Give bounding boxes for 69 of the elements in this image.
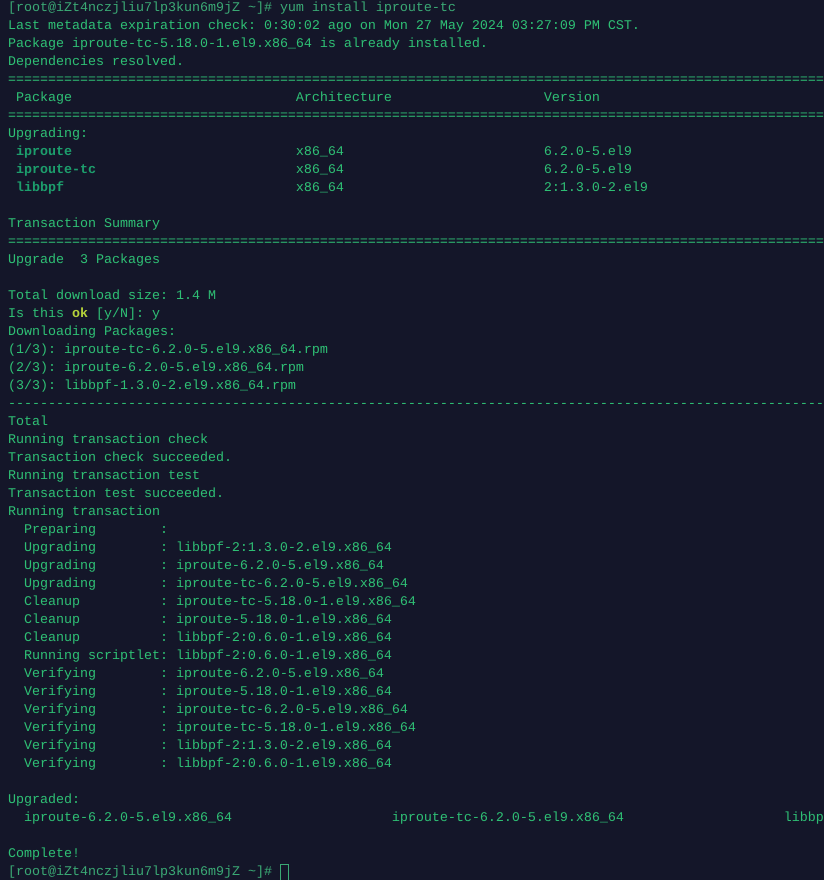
output-line: Dependencies resolved. <box>8 55 184 71</box>
output-line: Upgrading: <box>8 127 88 143</box>
step-text: : iproute-tc-6.2.0-5.el9.x86_64 <box>160 577 408 593</box>
table-cell: 2:1.3.0-2.el9 <box>544 181 648 197</box>
step-text: Verifying <box>24 721 96 737</box>
table-cell: libbpf <box>16 181 64 197</box>
output-line: (1/3): iproute-tc-6.2.0-5.el9.x86_64.rpm <box>8 343 328 359</box>
output-line: Total download size: 1.4 M <box>8 289 216 305</box>
package-name: iproute-tc-6.2.0-5.el9.x86_64 <box>392 811 624 827</box>
table-cell: 6.2.0-5.el9 <box>544 163 632 179</box>
output-line: (3/3): libbpf-1.3.0-2.el9.x86_64.rpm <box>8 379 296 395</box>
step-text: Preparing <box>24 523 96 539</box>
step-text: : iproute-tc-6.2.0-5.el9.x86_64 <box>160 703 408 719</box>
step-text: Verifying <box>24 685 96 701</box>
output-line: (2/3): iproute-6.2.0-5.el9.x86_64.rpm <box>8 361 304 377</box>
step-text: : libbpf-2:0.6.0-1.el9.x86_64 <box>160 631 392 647</box>
separator-line: ====================================================================================================== <box>8 235 824 251</box>
step-text: Cleanup <box>24 595 80 611</box>
output-line: Last metadata expiration check: 0:30:02 ago on Mon 27 May 2024 03:27:09 PM CST. <box>8 19 640 35</box>
step-text: Cleanup <box>24 613 80 629</box>
step-text: : iproute-6.2.0-5.el9.x86_64 <box>160 667 384 683</box>
step-text: Running scriptlet <box>24 649 160 665</box>
output-line: Total <box>8 415 48 431</box>
separator-line: ====================================================================================================== <box>8 73 824 89</box>
output-line: Running transaction test <box>8 469 200 485</box>
output-line: Running transaction check <box>8 433 208 449</box>
table-cell: 6.2.0-5.el9 <box>544 145 632 161</box>
prompt-text: [root@iZt4nczjliu7lp3kun6m9jZ ~]# yum install iproute-tc <box>8 1 456 17</box>
step-text: : iproute-tc-5.18.0-1.el9.x86_64 <box>160 721 416 737</box>
output-line: Upgraded: <box>8 793 80 809</box>
separator-line: ------------------------------------------------------------------------------------------------------ <box>8 397 824 413</box>
step-text: : iproute-5.18.0-1.el9.x86_64 <box>160 613 392 629</box>
step-text: Verifying <box>24 667 96 683</box>
table-cell: x86_64 <box>296 181 344 197</box>
step-text: : <box>160 523 168 539</box>
package-name: iproute-6.2.0-5.el9.x86_64 <box>24 811 232 827</box>
output-line: Is this ok [y/N]: y <box>8 307 160 323</box>
output-line: Downloading Packages: <box>8 325 176 341</box>
output-line: Running transaction <box>8 505 160 521</box>
step-text: Verifying <box>24 703 96 719</box>
step-text: Verifying <box>24 757 96 773</box>
step-text: : libbpf-2:0.6.0-1.el9.x86_64 <box>160 757 392 773</box>
step-text: : libbpf-2:0.6.0-1.el9.x86_64 <box>160 649 392 665</box>
output-line: Upgrade 3 Packages <box>8 253 160 269</box>
step-text: Upgrading <box>24 577 96 593</box>
output-line: Package iproute-tc-5.18.0-1.el9.x86_64 is already installed. <box>8 37 488 53</box>
table-cell: iproute-tc <box>16 163 96 179</box>
table-cell: x86_64 <box>296 163 344 179</box>
step-text: Verifying <box>24 739 96 755</box>
step-text: : iproute-6.2.0-5.el9.x86_64 <box>160 559 384 575</box>
output-line: Transaction Summary <box>8 217 160 233</box>
table-cell: Package <box>16 91 72 107</box>
prompt-text: [root@iZt4nczjliu7lp3kun6m9jZ ~]# <box>8 865 272 880</box>
separator-line: ====================================================================================================== <box>8 109 824 125</box>
output-line: Transaction test succeeded. <box>8 487 224 503</box>
step-text: : libbpf-2:1.3.0-2.el9.x86_64 <box>160 541 392 557</box>
step-text: : iproute-tc-5.18.0-1.el9.x86_64 <box>160 595 416 611</box>
output-line: Complete! <box>8 847 80 863</box>
output-line: Transaction check succeeded. <box>8 451 232 467</box>
step-text: : iproute-5.18.0-1.el9.x86_64 <box>160 685 392 701</box>
step-text: Upgrading <box>24 559 96 575</box>
table-cell: x86_64 <box>296 145 344 161</box>
step-text: : libbpf-2:1.3.0-2.el9.x86_64 <box>160 739 392 755</box>
step-text: Cleanup <box>24 631 80 647</box>
table-cell: iproute <box>16 145 72 161</box>
table-cell: Version <box>544 91 600 107</box>
step-text: Upgrading <box>24 541 96 557</box>
table-cell: Architecture <box>296 91 392 107</box>
package-name: libbp <box>784 811 824 827</box>
